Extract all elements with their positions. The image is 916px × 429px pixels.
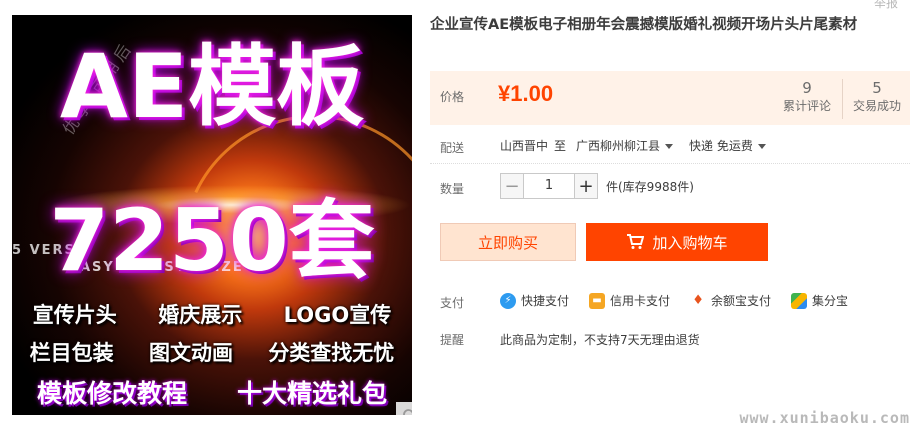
stock-info: 件(库存9988件) (606, 179, 694, 194)
jifenbao-icon (791, 292, 808, 309)
chevron-down-icon (665, 144, 674, 149)
reminder-text: 此商品为定制，不支持7天无理由退货 (500, 333, 700, 347)
price-value: ¥1.00 (498, 81, 554, 106)
divider (430, 163, 910, 164)
image-tag: LOGO宣传 (283, 303, 392, 327)
product-title: 企业宣传AE模板电子相册年会震撼模版婚礼视频开场片头片尾素材 (430, 17, 858, 33)
image-tag: 婚庆展示 (158, 303, 243, 327)
ship-from: 山西晋中 (500, 139, 549, 153)
add-to-cart-button[interactable]: 加入购物车 (586, 223, 768, 261)
quantity-increase-button[interactable]: + (574, 173, 598, 199)
payment-label: 支付 (440, 296, 465, 310)
magnifier-icon (403, 409, 412, 415)
quantity-label: 数量 (440, 182, 465, 196)
buy-now-button[interactable]: 立即购买 (440, 223, 576, 261)
ship-method-select[interactable]: 快递 免运费 (689, 137, 766, 154)
image-tag: 宣传片头 (32, 303, 117, 327)
quantity-decrease-button[interactable]: − (500, 173, 524, 199)
price-label: 价格 (440, 90, 465, 104)
credit-card-icon: ▬ (589, 292, 606, 309)
quantity-input[interactable]: 1 (524, 173, 574, 199)
ship-to-value: 广西柳州柳江县 (576, 139, 661, 153)
ship-method-value: 快递 免运费 (689, 139, 753, 153)
image-tag: 栏目包装 (29, 341, 114, 365)
quick-pay-icon: ⚡ (500, 292, 516, 309)
quantity-stepper: − 1 + 件(库存9988件) (500, 173, 694, 199)
image-row-1: 宣传片头 婚庆展示 LOGO宣传 (12, 299, 412, 329)
image-title-ae: AE模板 (59, 35, 365, 138)
image-title-count: 7250套 (49, 191, 375, 291)
reviews-count: 9 (802, 79, 812, 97)
image-tag: 图文动画 (148, 341, 233, 365)
add-to-cart-label: 加入购物车 (652, 233, 728, 252)
reminder-label: 提醒 (440, 333, 465, 347)
money-bag-icon: ♦ (690, 292, 707, 309)
sales-label: 交易成功 (852, 99, 901, 113)
payment-method-label: 信用卡支付 (610, 294, 671, 308)
image-row-2: 栏目包装 图文动画 分类查找无忧 (12, 337, 412, 367)
report-link[interactable]: 举报 (874, 0, 898, 11)
ship-to-select[interactable]: 广西柳州柳江县 (576, 137, 674, 154)
reviews-label: 累计评论 (782, 99, 831, 113)
product-image: 优享·可用后 AE模板 5 VERSI ASY TO USTOMIZE 7250… (12, 15, 412, 415)
image-tag: 分类查找无忧 (268, 341, 395, 365)
site-watermark: www.xunibaoku.com (739, 409, 910, 427)
zoom-button[interactable] (396, 402, 412, 415)
payment-method-label: 集分宝 (812, 294, 849, 308)
ship-to-word: 至 (554, 139, 567, 153)
payment-jifenbao: 集分宝 (791, 292, 848, 309)
sales-stat: 5 交易成功 (844, 79, 910, 115)
shipping-info: 山西晋中 至 广西柳州柳江县 快递 免运费 (500, 137, 766, 154)
payment-credit: ▬ 信用卡支付 (589, 292, 670, 309)
image-tag: 十大精选礼包 (236, 379, 387, 408)
payment-methods: ⚡ 快捷支付 ▬ 信用卡支付 ♦ 余额宝支付 集分宝 (500, 292, 848, 309)
price-box: 价格 ¥1.00 9 累计评论 5 交易成功 (430, 71, 910, 125)
sales-count: 5 (872, 79, 882, 97)
payment-method-label: 快捷支付 (521, 294, 570, 308)
chevron-down-icon (757, 144, 766, 149)
payment-method-label: 余额宝支付 (711, 294, 772, 308)
image-tag: 模板修改教程 (36, 379, 187, 408)
payment-yuebao: ♦ 余额宝支付 (690, 292, 771, 309)
product-info-panel: 企业宣传AE模板电子相册年会震撼模版婚礼视频开场片头片尾素材 价格 ¥1.00 … (430, 15, 912, 347)
image-row-3: 模板修改教程 十大精选礼包 (12, 374, 412, 410)
shipping-label: 配送 (440, 141, 465, 155)
cart-icon (627, 234, 645, 249)
payment-quick: ⚡ 快捷支付 (500, 292, 569, 309)
reviews-stat[interactable]: 9 累计评论 (772, 79, 843, 119)
